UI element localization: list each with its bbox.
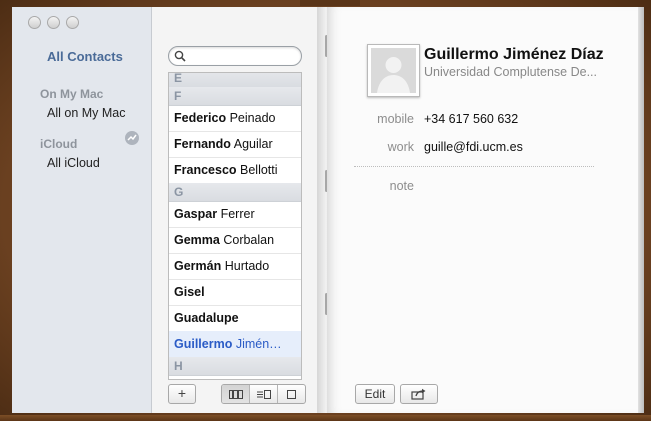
contact-card-page: Guillermo Jiménez Díaz Universidad Compl… — [327, 7, 638, 413]
contact-last-name: Ferrer — [220, 207, 255, 221]
field-value-work-email[interactable]: guille@fdi.ucm.es — [424, 140, 523, 154]
search-field[interactable] — [168, 46, 302, 66]
field-value-mobile[interactable]: +34 617 560 632 — [424, 112, 518, 126]
contact-last-name: Aguilar — [233, 137, 273, 151]
contact-last-name: Peinado — [229, 111, 276, 125]
section-letter: E — [174, 72, 183, 85]
field-label-note: note — [389, 179, 414, 193]
view-three-column-button[interactable] — [222, 385, 250, 403]
contact-row[interactable]: Germán Hurtado — [169, 253, 301, 280]
contact-last-name: Hurtado — [224, 259, 270, 273]
contact-first-name: Germán — [174, 259, 222, 273]
field-label-work: work — [387, 140, 414, 154]
minimize-button[interactable] — [47, 16, 60, 29]
contact-last-name: Jimén… — [235, 337, 282, 351]
view-mode-segmented-control[interactable] — [221, 384, 306, 404]
contact-first-name: Fernando — [174, 137, 231, 151]
view-two-column-button[interactable] — [250, 385, 278, 403]
top-binding — [300, 0, 360, 6]
contact-first-name: Gaspar — [174, 207, 218, 221]
contact-name: Guillermo Jiménez Díaz — [424, 46, 604, 63]
share-icon — [411, 388, 426, 400]
contact-first-name: Guillermo — [174, 337, 233, 351]
section-header: F — [169, 87, 301, 106]
contact-list[interactable]: E F Federico Peinado Fernando Aguilar France… — [168, 72, 302, 380]
view-card-only-button[interactable] — [278, 385, 305, 403]
section-letter: F — [174, 89, 182, 103]
contact-row[interactable]: Fernando Aguilar — [169, 131, 301, 158]
contact-row[interactable]: Gaspar Ferrer — [169, 201, 301, 228]
left-page: All Contacts On My Mac All on My Mac iCl… — [12, 7, 328, 413]
contact-row[interactable]: Gisel — [169, 279, 301, 306]
section-letter: H — [174, 359, 183, 373]
contact-row[interactable]: Francesco Bellotti — [169, 157, 301, 184]
magnifier-icon — [174, 50, 186, 62]
contact-row-name: Francesco Bellotti — [174, 163, 278, 177]
contact-row-name: Fernando Aguilar — [174, 137, 273, 151]
contact-last-name: Bellotti — [240, 163, 278, 177]
section-header: G — [169, 183, 301, 202]
contact-row[interactable]: Guillermo Jimén… — [169, 331, 301, 358]
contact-first-name: Gisel — [174, 285, 205, 299]
page-edges — [638, 7, 644, 413]
window-controls — [28, 16, 79, 29]
zoom-button[interactable] — [66, 16, 79, 29]
field-label-mobile: mobile — [377, 112, 414, 126]
edit-button[interactable]: Edit — [355, 384, 395, 404]
sidebar: All Contacts On My Mac All on My Mac iCl… — [12, 7, 152, 413]
contact-photo[interactable] — [367, 44, 420, 97]
contact-row-name: Guadalupe — [174, 311, 239, 325]
contact-company: Universidad Complutense De... — [424, 65, 597, 79]
contact-row-name: Gisel — [174, 285, 205, 299]
add-contact-button[interactable]: + — [168, 384, 196, 404]
share-button[interactable] — [400, 384, 438, 404]
contact-list-column: E F Federico Peinado Fernando Aguilar France… — [152, 7, 327, 413]
card-view-icon — [287, 389, 296, 399]
contact-first-name: Francesco — [174, 163, 237, 177]
contact-row-name: Gemma Corbalan — [174, 233, 274, 247]
contact-first-name: Federico — [174, 111, 227, 125]
section-header: H — [169, 357, 301, 376]
contact-row-name: Germán Hurtado — [174, 259, 269, 273]
section-letter: G — [174, 185, 184, 199]
person-silhouette-icon — [377, 57, 410, 93]
two-column-view-icon — [256, 389, 271, 399]
contact-row-name: Federico Peinado — [174, 111, 275, 125]
sidebar-item-all-contacts[interactable]: All Contacts — [47, 49, 123, 64]
contact-first-name: Guadalupe — [174, 311, 239, 325]
close-button[interactable] — [28, 16, 41, 29]
divider — [354, 166, 594, 167]
three-column-view-icon — [228, 389, 243, 399]
contact-first-name: Gemma — [174, 233, 220, 247]
contact-last-name: Corbalan — [223, 233, 275, 247]
section-header: E — [169, 72, 301, 88]
sync-icon[interactable] — [125, 131, 139, 145]
sidebar-header-on-my-mac: On My Mac — [40, 87, 104, 101]
contact-row-name: Gaspar Ferrer — [174, 207, 255, 221]
sidebar-item-all-on-my-mac[interactable]: All on My Mac — [47, 106, 126, 120]
contact-row[interactable]: Gemma Corbalan — [169, 227, 301, 254]
bottom-binding — [0, 415, 651, 421]
sidebar-header-icloud: iCloud — [40, 137, 78, 151]
contact-row-name: Guillermo Jimén… — [174, 337, 282, 351]
sidebar-item-all-icloud[interactable]: All iCloud — [47, 156, 100, 170]
contact-row[interactable]: Federico Peinado — [169, 105, 301, 132]
contact-row[interactable]: Guadalupe — [169, 305, 301, 332]
